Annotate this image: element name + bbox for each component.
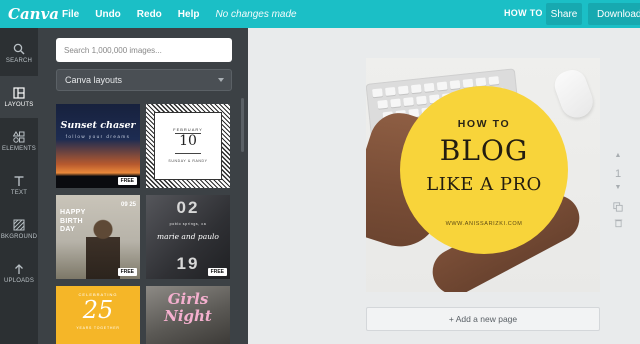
template-date: 09 25 [120,202,136,208]
template-line2: Night [164,307,212,325]
template-wedding[interactable]: 02 poblo springs, ca marie and paulo 19 … [146,195,230,279]
rail-label-layouts: LAYOUTS [4,101,34,108]
layouts-dropdown-value: Canva layouts [65,75,123,85]
rail-item-search[interactable]: SEARCH [0,32,38,74]
top-bar: Canva File Undo Redo Help No changes mad… [0,0,640,28]
upload-icon [15,263,23,274]
template-names: SUNDAY & RANDY [168,159,208,163]
free-badge: FREE [207,268,227,276]
template-top-number: 02 [176,198,200,217]
free-badge: FREE [117,268,137,276]
template-caption: poblo springs, ca [169,222,207,226]
design-how-to[interactable]: HOW TO [400,118,568,130]
copy-page-icon[interactable] [611,202,625,218]
layouts-dropdown[interactable]: Canva layouts [56,69,232,91]
template-line1: Girls [167,290,209,308]
template-calendar-card: FEBRUARY 10 SUNDAY & RANDY [154,112,222,180]
design-like-a-pro[interactable]: LIKE A PRO [400,174,568,195]
template-day: 10 [179,133,197,149]
template-subtitle: follow your dreams [65,134,131,139]
rail-label-text: TEXT [10,189,28,196]
download-button[interactable]: Download [588,3,640,25]
layouts-panel: Canva layouts Sunset chaser follow your … [38,28,248,344]
template-number: 25 [82,296,114,324]
template-names: marie and paulo [157,232,219,241]
rail-label-background: BKGROUND [0,233,38,240]
elements-icon [13,130,25,143]
template-title: HAPPY BIRTH DAY [60,209,86,233]
divider [175,153,201,154]
yellow-circle [400,86,568,254]
how-to-link[interactable]: HOW TO [504,8,543,18]
template-girls-night[interactable]: Girls Night [146,286,230,344]
rail-label-uploads: UPLOADS [3,277,35,284]
canva-logo[interactable]: Canva [8,5,62,23]
template-month: FEBRUARY [173,127,203,132]
chevron-down-icon[interactable]: ▼ [611,184,625,202]
free-badge: FREE [117,177,137,185]
rail-item-text[interactable]: TEXT [0,164,38,206]
menu-undo[interactable]: Undo [95,9,121,20]
page-tools: ▲ 1 ▼ [611,152,625,232]
template-calendar[interactable]: FEBRUARY 10 SUNDAY & RANDY [146,104,230,188]
background-icon [13,219,25,230]
panel-scrollbar[interactable] [241,98,244,152]
rail-item-layouts[interactable]: LAYOUTS [0,76,38,118]
rail-item-background[interactable]: BKGROUND [0,208,38,250]
layouts-icon [13,86,25,99]
search-icon [13,43,25,54]
template-subtitle: YEARS TOGETHER [76,326,120,330]
menu-help[interactable]: Help [178,9,200,20]
menu-file[interactable]: File [62,9,79,20]
chevron-down-icon [218,78,224,82]
design-blog[interactable]: BLOG [400,134,568,167]
rail-label-elements: ELEMENTS [2,145,36,152]
template-anniversary[interactable]: CELEBRATING 25 YEARS TOGETHER [56,286,140,344]
add-page-button[interactable]: + Add a new page [366,307,600,331]
rail-label-search: SEARCH [5,57,33,64]
design-page[interactable]: HOW TO BLOG LIKE A PRO WWW.ANISSARIZKI.C… [366,58,600,292]
image-search-input[interactable] [56,38,232,62]
save-status: No changes made [215,8,297,20]
template-title: Girls Night [146,291,230,325]
rail-item-uploads[interactable]: UPLOADS [0,252,38,294]
template-title: Sunset chaser [60,120,136,131]
page-number: 1 [614,168,622,180]
delete-page-icon[interactable] [611,218,625,232]
rail-item-elements[interactable]: ELEMENTS [0,120,38,162]
share-button[interactable]: Share [546,3,582,25]
menu-redo[interactable]: Redo [137,9,162,20]
template-happy-birthday[interactable]: HAPPY BIRTH DAY 09 25 FREE [56,195,140,279]
chevron-up-icon[interactable]: ▲ [611,152,625,164]
template-sunset-chaser[interactable]: Sunset chaser follow your dreams FREE [56,104,140,188]
tool-rail: SEARCH LAYOUTS ELEMENTS TEXT BKGROUND UP… [0,28,38,344]
design-url[interactable]: WWW.ANISSARIZKI.COM [400,221,568,227]
text-icon [14,175,24,186]
